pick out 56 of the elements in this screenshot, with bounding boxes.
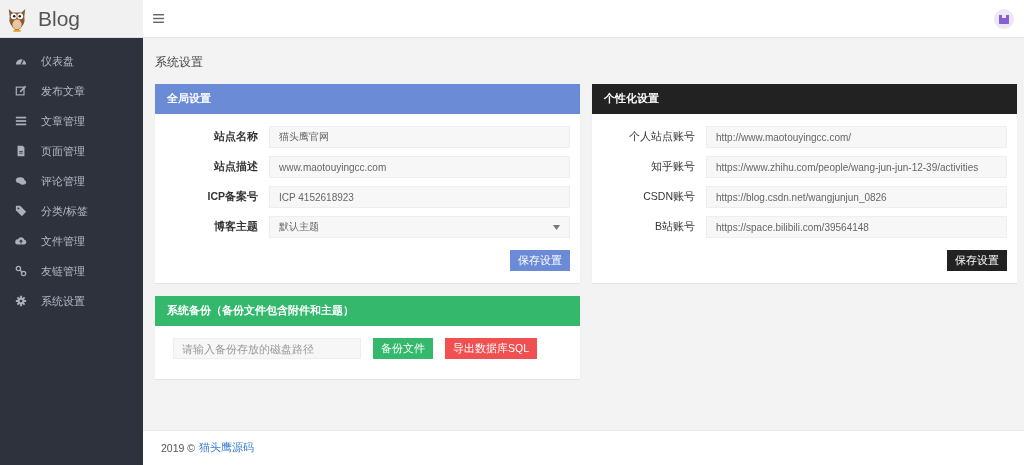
edit-icon — [15, 85, 27, 97]
caret-icon — [553, 224, 560, 230]
input-field[interactable]: http://www.maotouyingcc.com/ — [706, 126, 1007, 148]
panel-title: 全局设置 — [167, 92, 211, 106]
input-field[interactable]: ICP 4152618923 — [269, 186, 570, 208]
field-label: 个人站点账号 — [628, 130, 695, 144]
save-button[interactable]: 保存设置 — [947, 250, 1007, 271]
sidebar-item[interactable]: 分类/标签 — [0, 196, 143, 226]
sidebar-item[interactable]: 友链管理 — [0, 256, 143, 286]
field-label: 博客主题 — [213, 220, 258, 234]
page-title: 系统设置 — [155, 54, 204, 71]
input-field[interactable]: https://www.zhihu.com/people/wang-jun-jun-12-39/activities — [706, 156, 1007, 178]
menu-icon[interactable] — [153, 14, 164, 23]
sidebar-item[interactable]: 仪表盘 — [0, 46, 143, 76]
theme-dropdown[interactable]: 默认主题 — [269, 216, 570, 238]
brand-title: Blog — [38, 6, 81, 31]
sidebar-label: 文章管理 — [41, 113, 85, 129]
settings-icon — [15, 295, 27, 307]
sidebar-label: 文件管理 — [41, 233, 85, 249]
panel-title: 个性化设置 — [604, 92, 659, 106]
sidebar-label: 分类/标签 — [41, 203, 89, 219]
save-button[interactable]: 保存设置 — [510, 250, 570, 271]
sidebar-label: 仪表盘 — [41, 53, 74, 69]
input-field[interactable]: https://space.bilibili.com/39564148 — [706, 216, 1007, 238]
field-label: CSDN账号 — [642, 190, 695, 204]
field-label: 站点名称 — [213, 130, 258, 144]
field-label: 站点描述 — [213, 160, 258, 174]
sidebar-item[interactable]: 系统设置 — [0, 286, 143, 316]
comments-icon — [15, 175, 27, 187]
input-field[interactable]: 猫头鹰官网 — [269, 126, 570, 148]
input-field[interactable]: www.maotouyingcc.com — [269, 156, 570, 178]
path-field[interactable]: 请输入备份存放的磁盘路径 — [173, 338, 361, 359]
export-button[interactable]: 导出数据库SQL — [445, 338, 537, 359]
sidebar-item[interactable]: 评论管理 — [0, 166, 143, 196]
sidebar-item[interactable]: 文件管理 — [0, 226, 143, 256]
sidebar-item[interactable]: 文章管理 — [0, 106, 143, 136]
sidebar-label: 友链管理 — [41, 263, 85, 279]
sidebar-label: 发布文章 — [41, 83, 85, 99]
copyright-text: 2019 © — [161, 442, 195, 454]
sidebar-item[interactable]: 发布文章 — [0, 76, 143, 106]
tag-icon — [15, 205, 27, 217]
field-label: B站账号 — [654, 220, 695, 234]
cloud-icon — [15, 235, 27, 247]
avatar-icon[interactable] — [994, 8, 1014, 29]
field-label: ICP备案号 — [206, 190, 258, 204]
sidebar-label: 评论管理 — [41, 173, 85, 189]
sidebar-label: 系统设置 — [41, 293, 85, 309]
list-icon — [15, 115, 27, 127]
footer-link[interactable]: 猫头鹰源码 — [199, 441, 254, 455]
link-icon — [15, 265, 27, 277]
file-icon — [15, 145, 27, 157]
field-label: 知乎账号 — [650, 160, 695, 174]
sidebar-item[interactable]: 页面管理 — [0, 136, 143, 166]
input-field[interactable]: https://blog.csdn.net/wangjunjun_0826 — [706, 186, 1007, 208]
sidebar-label: 页面管理 — [41, 143, 85, 159]
panel-title: 系统备份（备份文件包含附件和主题） — [167, 304, 354, 318]
